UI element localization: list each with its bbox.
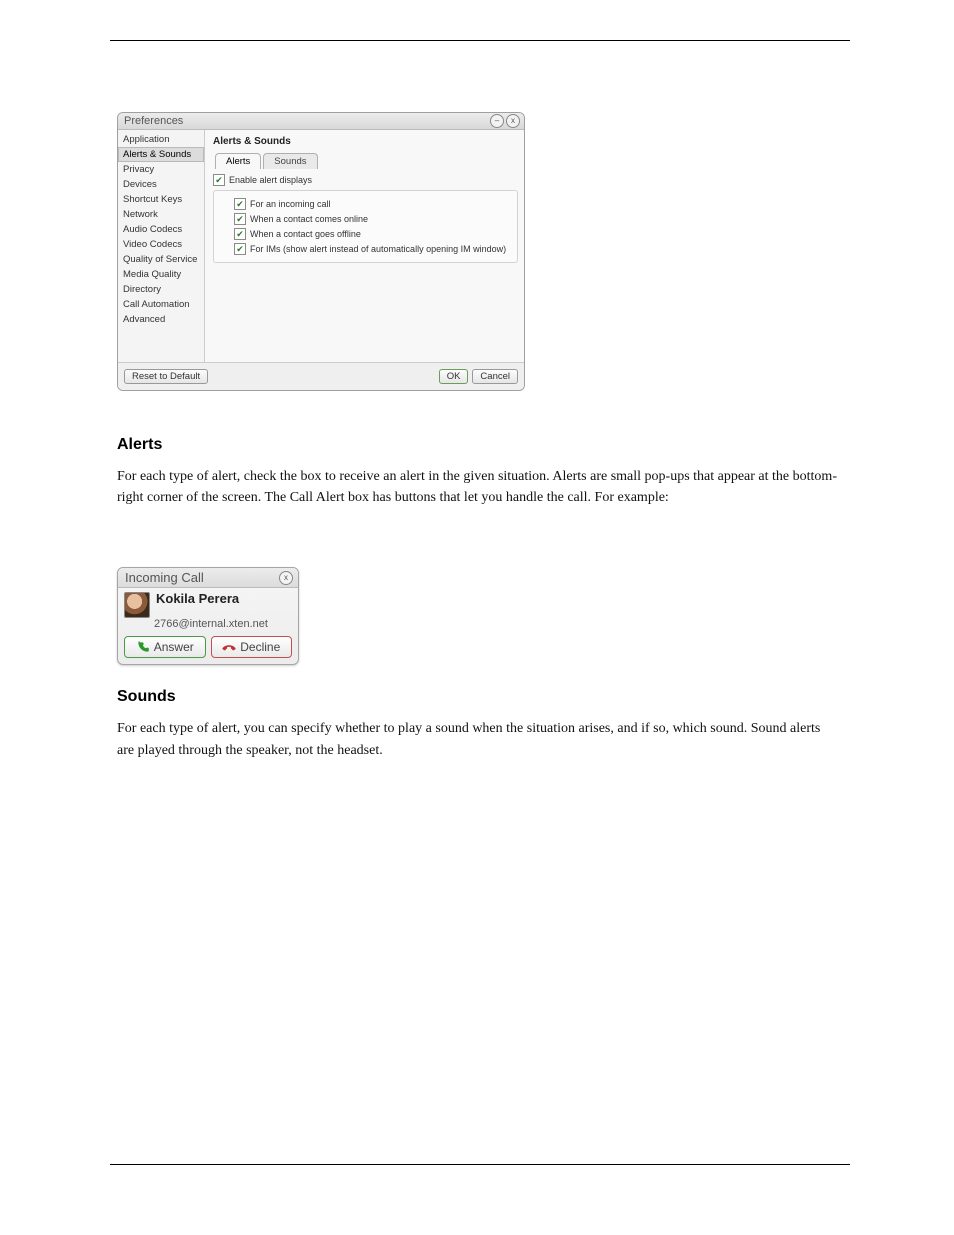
sidebar-item-application[interactable]: Application <box>118 132 204 147</box>
sidebar-item-video-codecs[interactable]: Video Codecs <box>118 237 204 252</box>
panel-heading: Alerts & Sounds <box>213 136 518 147</box>
decline-button[interactable]: Decline <box>211 636 293 658</box>
sidebar-item-devices[interactable]: Devices <box>118 177 204 192</box>
preferences-titlebar[interactable]: Preferences – x <box>118 113 524 130</box>
alert-options-group: ✔ For an incoming call ✔ When a contact … <box>213 190 518 263</box>
alert-option-contact-offline[interactable]: ✔ When a contact goes offline <box>234 228 511 240</box>
checkbox-icon[interactable]: ✔ <box>213 174 225 186</box>
contact-row: Kokila Perera <box>124 592 292 618</box>
incoming-call-title: Incoming Call <box>125 570 204 585</box>
checkbox-label: When a contact goes offline <box>250 229 361 239</box>
hangup-icon <box>222 640 236 654</box>
contact-name: Kokila Perera <box>156 592 239 606</box>
checkbox-label: Enable alert displays <box>229 175 312 185</box>
alert-option-incoming-call[interactable]: ✔ For an incoming call <box>234 198 511 210</box>
preferences-window: Preferences – x Application Alerts & Sou… <box>117 112 525 391</box>
paragraph-alerts: For each type of alert, check the box to… <box>117 466 837 509</box>
sidebar-item-qos[interactable]: Quality of Service <box>118 252 204 267</box>
reset-to-default-button[interactable]: Reset to Default <box>124 369 208 384</box>
tab-alerts[interactable]: Alerts <box>215 153 261 169</box>
avatar <box>124 592 150 618</box>
footer-rule <box>110 1164 850 1165</box>
header-rule <box>110 40 850 41</box>
checkbox-label: When a contact comes online <box>250 214 368 224</box>
alerts-sounds-tabs: Alerts Sounds <box>215 153 518 169</box>
checkbox-icon[interactable]: ✔ <box>234 198 246 210</box>
close-icon[interactable]: x <box>506 114 520 128</box>
sidebar-item-network[interactable]: Network <box>118 207 204 222</box>
enable-alert-displays-row[interactable]: ✔ Enable alert displays <box>213 174 518 186</box>
sidebar-item-shortcut-keys[interactable]: Shortcut Keys <box>118 192 204 207</box>
preferences-footer: Reset to Default OK Cancel <box>118 362 524 390</box>
sidebar-item-audio-codecs[interactable]: Audio Codecs <box>118 222 204 237</box>
incoming-call-window: Incoming Call x Kokila Perera 2766@inter… <box>117 567 299 665</box>
heading-alerts: Alerts <box>117 433 837 458</box>
sidebar-item-advanced[interactable]: Advanced <box>118 312 204 327</box>
contact-address: 2766@internal.xten.net <box>154 618 292 630</box>
alert-option-contact-online[interactable]: ✔ When a contact comes online <box>234 213 511 225</box>
answer-button[interactable]: Answer <box>124 636 206 658</box>
alert-option-ims[interactable]: ✔ For IMs (show alert instead of automat… <box>234 243 511 255</box>
preferences-sidebar: Application Alerts & Sounds Privacy Devi… <box>118 130 205 362</box>
sidebar-item-alerts-sounds[interactable]: Alerts & Sounds <box>118 147 204 162</box>
ok-button[interactable]: OK <box>439 369 469 384</box>
checkbox-label: For IMs (show alert instead of automatic… <box>250 244 506 254</box>
phone-icon <box>136 640 150 654</box>
decline-label: Decline <box>240 640 280 654</box>
incoming-call-titlebar[interactable]: Incoming Call x <box>118 568 298 588</box>
checkbox-icon[interactable]: ✔ <box>234 213 246 225</box>
cancel-button[interactable]: Cancel <box>472 369 518 384</box>
preferences-main-panel: Alerts & Sounds Alerts Sounds ✔ Enable a… <box>205 130 524 362</box>
minimize-icon[interactable]: – <box>490 114 504 128</box>
heading-sounds: Sounds <box>117 685 837 710</box>
sidebar-item-privacy[interactable]: Privacy <box>118 162 204 177</box>
tab-sounds[interactable]: Sounds <box>263 153 317 169</box>
sidebar-item-media-quality[interactable]: Media Quality <box>118 267 204 282</box>
preferences-title: Preferences <box>124 115 488 127</box>
answer-label: Answer <box>154 640 194 654</box>
checkbox-label: For an incoming call <box>250 199 331 209</box>
checkbox-icon[interactable]: ✔ <box>234 228 246 240</box>
sidebar-item-directory[interactable]: Directory <box>118 282 204 297</box>
checkbox-icon[interactable]: ✔ <box>234 243 246 255</box>
close-icon[interactable]: x <box>279 571 293 585</box>
paragraph-sounds: For each type of alert, you can specify … <box>117 718 837 761</box>
sidebar-item-call-automation[interactable]: Call Automation <box>118 297 204 312</box>
